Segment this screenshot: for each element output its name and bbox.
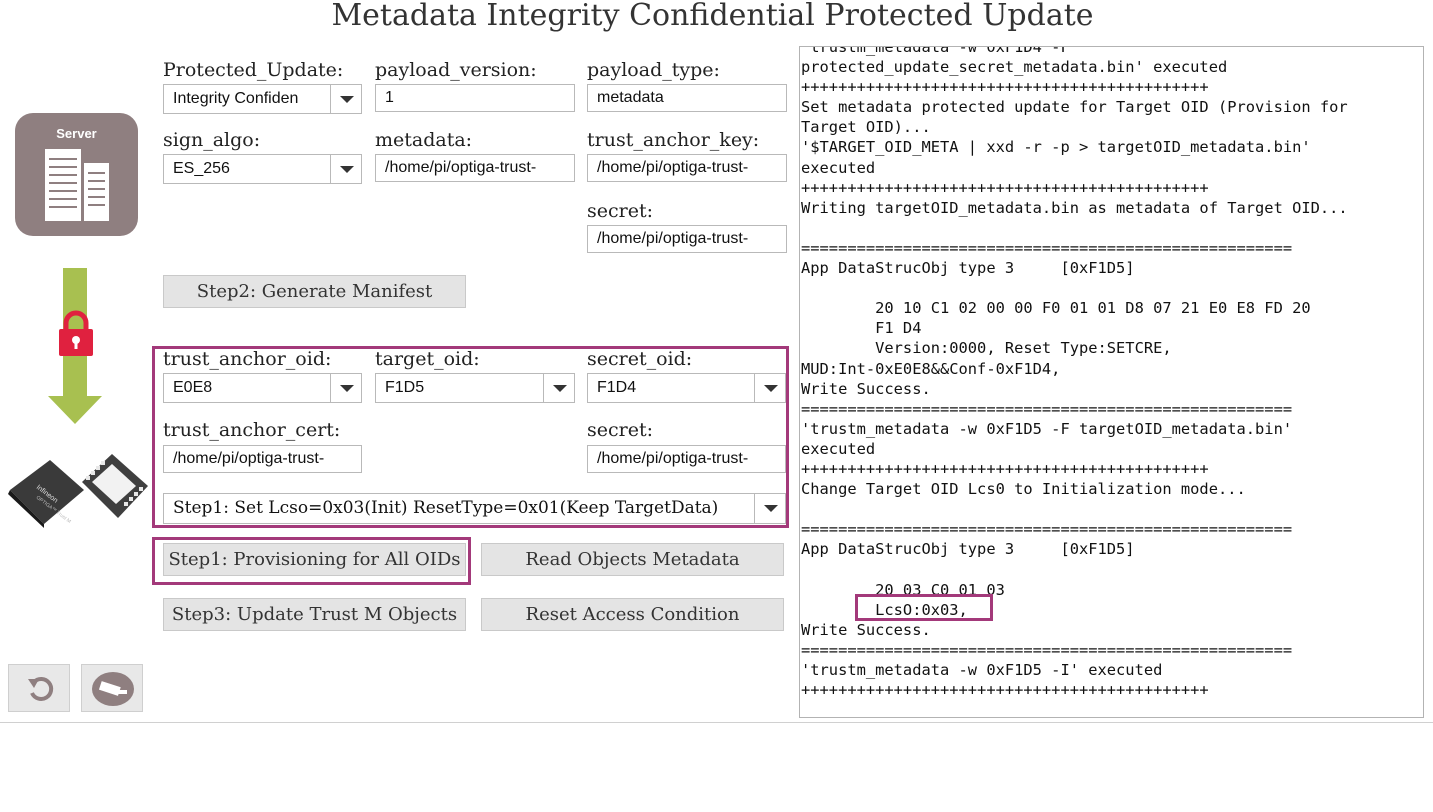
server-icon: Server	[15, 113, 138, 236]
chevron-down-icon[interactable]	[330, 374, 361, 402]
chevron-down-icon[interactable]	[330, 85, 361, 113]
protected-update-value: Integrity Confiden	[173, 90, 299, 107]
secret-top-label: secret:	[587, 200, 653, 222]
server-label: Server	[56, 126, 97, 141]
sign-algo-select[interactable]: ES_256	[163, 154, 362, 184]
payload-version-label: payload_version:	[375, 59, 537, 81]
secret-oid-select[interactable]: F1D4	[587, 373, 786, 403]
device-icon	[92, 672, 134, 706]
payload-version-field[interactable]: 1	[375, 84, 575, 112]
lock-icon	[59, 310, 93, 356]
metadata-field[interactable]: /home/pi/optiga-trust-	[375, 154, 575, 182]
payload-type-label: payload_type:	[587, 59, 720, 81]
sign-algo-label: sign_algo:	[163, 129, 261, 151]
target-oid-select[interactable]: F1D5	[375, 373, 575, 403]
payload-type-field[interactable]: metadata	[587, 84, 787, 112]
secret-oid-value: F1D4	[597, 379, 637, 396]
reset-access-button[interactable]: Reset Access Condition	[481, 598, 784, 631]
protected-update-select[interactable]: Integrity Confiden	[163, 84, 362, 114]
step1-mode-value: Step1: Set Lcso=0x03(Init) ResetType=0x0…	[173, 498, 719, 518]
metadata-label: metadata:	[375, 129, 473, 151]
chevron-down-icon[interactable]	[330, 155, 361, 183]
target-oid-value: F1D5	[385, 379, 425, 396]
page-title: Metadata Integrity Confidential Protecte…	[331, 0, 1094, 33]
read-metadata-button[interactable]: Read Objects Metadata	[481, 543, 784, 576]
target-oid-label: target_oid:	[375, 348, 480, 370]
trust-anchor-oid-select[interactable]: E0E8	[163, 373, 362, 403]
secret-oid-label: secret_oid:	[587, 348, 693, 370]
trust-anchor-oid-label: trust_anchor_oid:	[163, 348, 332, 370]
update-objects-button[interactable]: Step3: Update Trust M Objects	[163, 598, 466, 631]
window-divider	[0, 722, 1433, 723]
chevron-down-icon[interactable]	[754, 374, 785, 402]
generate-manifest-button[interactable]: Step2: Generate Manifest	[163, 275, 466, 308]
back-button[interactable]	[8, 664, 70, 712]
protected-update-label: Protected_Update:	[163, 59, 344, 81]
trust-anchor-key-field[interactable]: /home/pi/optiga-trust-	[587, 154, 787, 182]
step1-mode-select[interactable]: Step1: Set Lcso=0x03(Init) ResetType=0x0…	[163, 493, 786, 524]
provisioning-button[interactable]: Step1: Provisioning for All OIDs	[163, 543, 466, 576]
trust-anchor-oid-value: E0E8	[173, 379, 213, 396]
trust-anchor-cert-label: trust_anchor_cert:	[163, 419, 341, 441]
secret-top-field[interactable]: /home/pi/optiga-trust-	[587, 225, 787, 253]
chevron-down-icon[interactable]	[754, 494, 785, 523]
chevron-down-icon[interactable]	[543, 374, 574, 402]
device-button[interactable]	[81, 664, 143, 712]
lcs-highlight	[855, 594, 993, 621]
secret-bottom-field[interactable]: /home/pi/optiga-trust-	[587, 445, 786, 473]
trust-anchor-key-label: trust_anchor_key:	[587, 129, 760, 151]
chip-icon: Infineon OPTIGA™ Trust M	[8, 454, 148, 528]
sign-algo-value: ES_256	[173, 160, 230, 177]
trust-anchor-cert-field[interactable]: /home/pi/optiga-trust-	[163, 445, 362, 473]
secret-bottom-label: secret:	[587, 419, 653, 441]
back-icon	[28, 676, 54, 701]
